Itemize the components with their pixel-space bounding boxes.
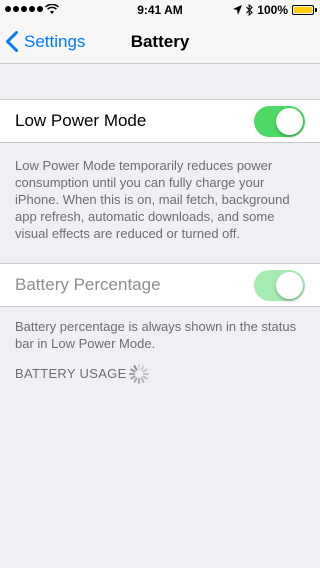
battery-percent: 100% [257, 3, 288, 17]
toggle-knob [276, 108, 303, 135]
battery-percentage-row: Battery Percentage [0, 263, 320, 307]
battery-icon [292, 5, 317, 15]
page-title: Battery [130, 32, 190, 51]
navigation-bar: Settings Battery [0, 20, 320, 64]
battery-percentage-toggle[interactable] [254, 270, 305, 301]
bluetooth-icon [246, 4, 254, 16]
low-power-mode-row: Low Power Mode [0, 99, 320, 143]
loading-spinner-icon [129, 364, 149, 384]
low-power-mode-toggle[interactable] [254, 106, 305, 137]
battery-percentage-description: Battery percentage is always shown in th… [15, 319, 297, 351]
location-arrow-icon [233, 5, 243, 15]
low-power-mode-description: Low Power Mode temporarily reduces power… [15, 158, 290, 241]
low-power-mode-label: Low Power Mode [15, 111, 147, 130]
status-bar: 9:41 AM 100% [0, 0, 320, 20]
battery-usage-header: BATTERY USAGE [15, 366, 127, 381]
status-right-group: 100% [233, 3, 317, 17]
battery-level-fill [294, 7, 312, 13]
toggle-knob [276, 272, 303, 299]
battery-percentage-label: Battery Percentage [15, 275, 161, 294]
top-bar: 9:41 AM 100% Settings Battery [0, 0, 320, 64]
